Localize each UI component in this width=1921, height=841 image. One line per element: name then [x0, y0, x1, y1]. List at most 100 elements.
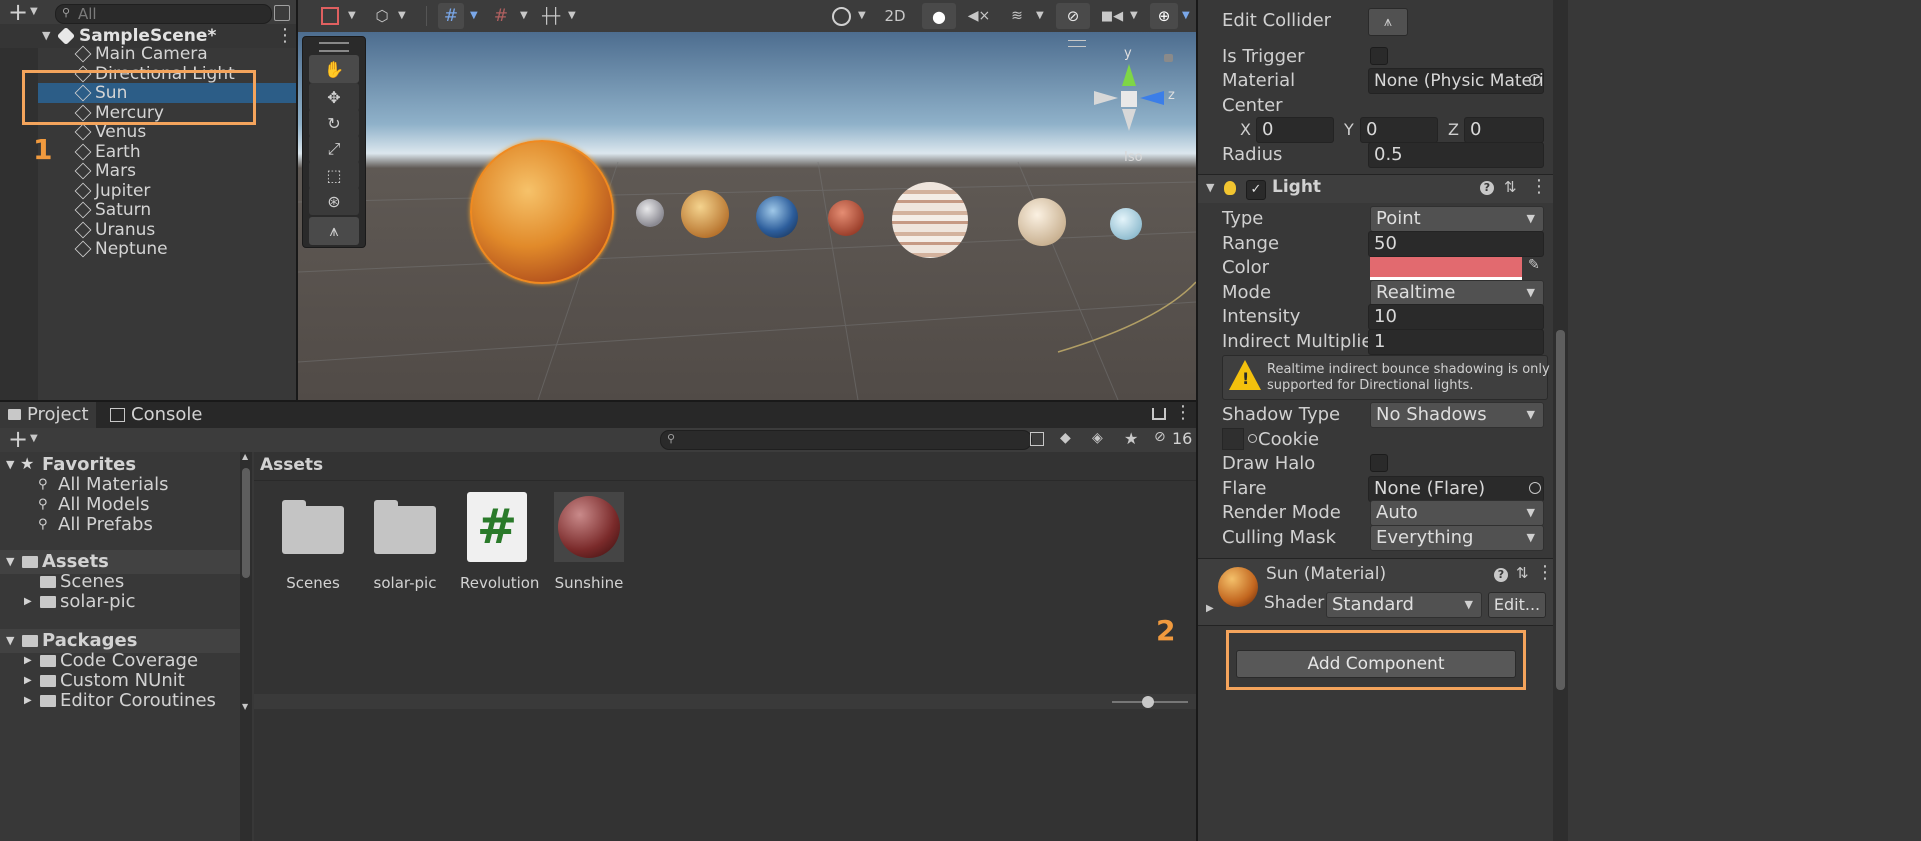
zoom-slider-thumb[interactable]: [1142, 696, 1154, 708]
chevron-down-icon[interactable]: ▼: [858, 10, 866, 21]
scroll-down-icon[interactable]: ▼: [242, 702, 248, 711]
rotate-tool-button[interactable]: ↻: [309, 109, 359, 137]
scene-visibility-icon[interactable]: [274, 5, 290, 21]
hierarchy-item[interactable]: Saturn: [0, 200, 296, 220]
asset-breadcrumb[interactable]: Assets: [260, 455, 323, 475]
asset-item-solar-pic[interactable]: solar-pic: [368, 492, 442, 592]
radius-input[interactable]: 0.5: [1368, 142, 1544, 168]
increment-snap-button[interactable]: #: [488, 3, 514, 29]
audio-toggle-button[interactable]: ◀×: [962, 3, 996, 29]
light-mode-select[interactable]: Realtime ▼: [1370, 280, 1544, 306]
chevron-down-icon[interactable]: ▼: [470, 10, 478, 21]
favorite-star-icon[interactable]: ★: [1124, 429, 1138, 448]
foldout-icon[interactable]: ▼: [1206, 181, 1214, 194]
help-icon[interactable]: ?: [1480, 181, 1494, 195]
chevron-down-icon[interactable]: ▼: [1036, 10, 1044, 21]
draw-halo-checkbox[interactable]: [1370, 454, 1388, 472]
range-input[interactable]: 50: [1368, 231, 1544, 257]
draw-mode-button[interactable]: [828, 3, 854, 29]
create-plus-icon[interactable]: +: [8, 425, 28, 453]
planet-jupiter[interactable]: [892, 182, 968, 258]
package-item[interactable]: ▶ Editor Coroutines: [0, 689, 240, 713]
hierarchy-item[interactable]: Uranus: [0, 220, 296, 240]
grid-snap-button[interactable]: #: [438, 3, 464, 29]
filter-by-type-icon[interactable]: ◆: [1060, 430, 1071, 446]
orientation-gizmo[interactable]: y z Iso: [1088, 46, 1178, 166]
foldout-icon[interactable]: ▶: [24, 689, 32, 713]
planet-uranus[interactable]: [1110, 208, 1142, 240]
chevron-down-icon[interactable]: ▼: [398, 10, 406, 21]
chevron-down-icon[interactable]: ▼: [30, 433, 38, 444]
search-by-type-icon[interactable]: [1030, 432, 1044, 446]
help-icon[interactable]: ?: [1494, 568, 1508, 582]
effects-button[interactable]: ≋: [1002, 3, 1032, 29]
hierarchy-search-input[interactable]: ⚲ All: [55, 4, 272, 24]
asset-item-scenes[interactable]: Scenes: [276, 492, 350, 592]
gizmos-button[interactable]: ⊕: [1150, 3, 1178, 29]
hierarchy-item[interactable]: Main Camera: [0, 44, 296, 64]
ruler-button[interactable]: ┼┼: [538, 3, 564, 29]
gizmo-down-arrow[interactable]: [1122, 109, 1136, 131]
folder-item-solar-pic[interactable]: ▶ solar-pic: [0, 590, 240, 614]
eyedropper-icon[interactable]: ✎: [1528, 257, 1540, 273]
render-mode-select[interactable]: Auto ▼: [1370, 500, 1544, 526]
physic-material-field[interactable]: None (Physic Materia: [1368, 68, 1544, 94]
material-thumbnail[interactable]: [1218, 567, 1258, 607]
light-enabled-checkbox[interactable]: ✓: [1246, 180, 1266, 200]
is-trigger-checkbox[interactable]: [1370, 47, 1388, 65]
preset-icon[interactable]: ⇅: [1504, 178, 1517, 196]
light-color-swatch[interactable]: [1370, 257, 1522, 280]
transform-all-tool-button[interactable]: ⊛: [309, 187, 359, 215]
chevron-down-icon[interactable]: ▼: [1182, 10, 1190, 21]
tree-scrollbar[interactable]: ▲ ▼: [240, 452, 252, 841]
create-plus-icon[interactable]: +: [8, 0, 28, 26]
palette-drag-handle[interactable]: [319, 42, 349, 52]
scale-tool-button[interactable]: ⤢: [309, 135, 359, 163]
scene-viewport[interactable]: ✋ ✥ ↻ ⤢ ⬚ ⊛ ⩚ y z Iso: [298, 32, 1196, 400]
center-x-input[interactable]: 0: [1256, 117, 1334, 143]
object-picker-icon[interactable]: [1529, 74, 1541, 86]
planet-saturn[interactable]: [1018, 198, 1066, 246]
camera-button[interactable]: ■◀: [1098, 3, 1126, 29]
cookie-slot[interactable]: [1222, 428, 1244, 450]
chevron-down-icon[interactable]: ▼: [568, 10, 576, 21]
filter-by-label-icon[interactable]: ◈: [1092, 430, 1103, 446]
center-y-input[interactable]: 0: [1360, 117, 1438, 143]
panel-menu-icon[interactable]: ⋮: [1174, 402, 1192, 423]
component-menu-icon[interactable]: ⋮: [1536, 562, 1554, 583]
project-search-input[interactable]: ⚲: [660, 430, 1032, 450]
light-component-header[interactable]: ▼ ✓ Light ? ⇅ ⋮: [1198, 175, 1568, 203]
planet-sun[interactable]: [470, 140, 614, 284]
planet-earth[interactable]: [756, 196, 798, 238]
hidden-packages-icon[interactable]: ⊘: [1154, 429, 1166, 445]
gizmo-center-cube[interactable]: [1121, 91, 1137, 107]
inspector-scrollbar[interactable]: [1553, 0, 1568, 841]
planet-venus[interactable]: [681, 190, 729, 238]
gizmo-x-arrow[interactable]: [1094, 91, 1118, 105]
2d-toggle-button[interactable]: 2D: [876, 3, 914, 29]
light-type-select[interactable]: Point ▼: [1370, 206, 1544, 232]
planet-mars[interactable]: [828, 200, 864, 236]
gizmo-z-arrow[interactable]: [1140, 91, 1164, 105]
transform-tool-button[interactable]: [318, 3, 342, 29]
hierarchy-item[interactable]: Neptune: [0, 239, 296, 259]
edit-collider-tool-button[interactable]: ⩚: [309, 217, 359, 245]
edit-collider-button[interactable]: ⩚: [1368, 8, 1408, 36]
lock-icon[interactable]: [1164, 54, 1173, 62]
viewport-menu-icon[interactable]: [1068, 40, 1086, 47]
shader-select[interactable]: Standard ▼: [1326, 592, 1482, 618]
intensity-input[interactable]: 10: [1368, 304, 1544, 330]
chevron-down-icon[interactable]: ▼: [520, 10, 528, 21]
chevron-down-icon[interactable]: ▼: [30, 6, 38, 17]
rect-tool-button[interactable]: ⬚: [309, 161, 359, 189]
flare-field[interactable]: None (Flare): [1368, 476, 1544, 502]
indirect-multiplier-input[interactable]: 1: [1368, 329, 1544, 355]
asset-item-revolution[interactable]: # Revolution: [460, 492, 539, 592]
chevron-down-icon[interactable]: ▼: [1130, 10, 1138, 21]
hidden-objects-button[interactable]: ⊘: [1056, 3, 1090, 29]
foldout-icon[interactable]: ▶: [24, 590, 32, 614]
favorite-item[interactable]: ⚲ All Prefabs: [0, 513, 240, 537]
chevron-down-icon[interactable]: ▼: [348, 10, 356, 21]
component-menu-icon[interactable]: ⋮: [1530, 176, 1548, 197]
global-local-button[interactable]: ⬡: [370, 3, 394, 29]
